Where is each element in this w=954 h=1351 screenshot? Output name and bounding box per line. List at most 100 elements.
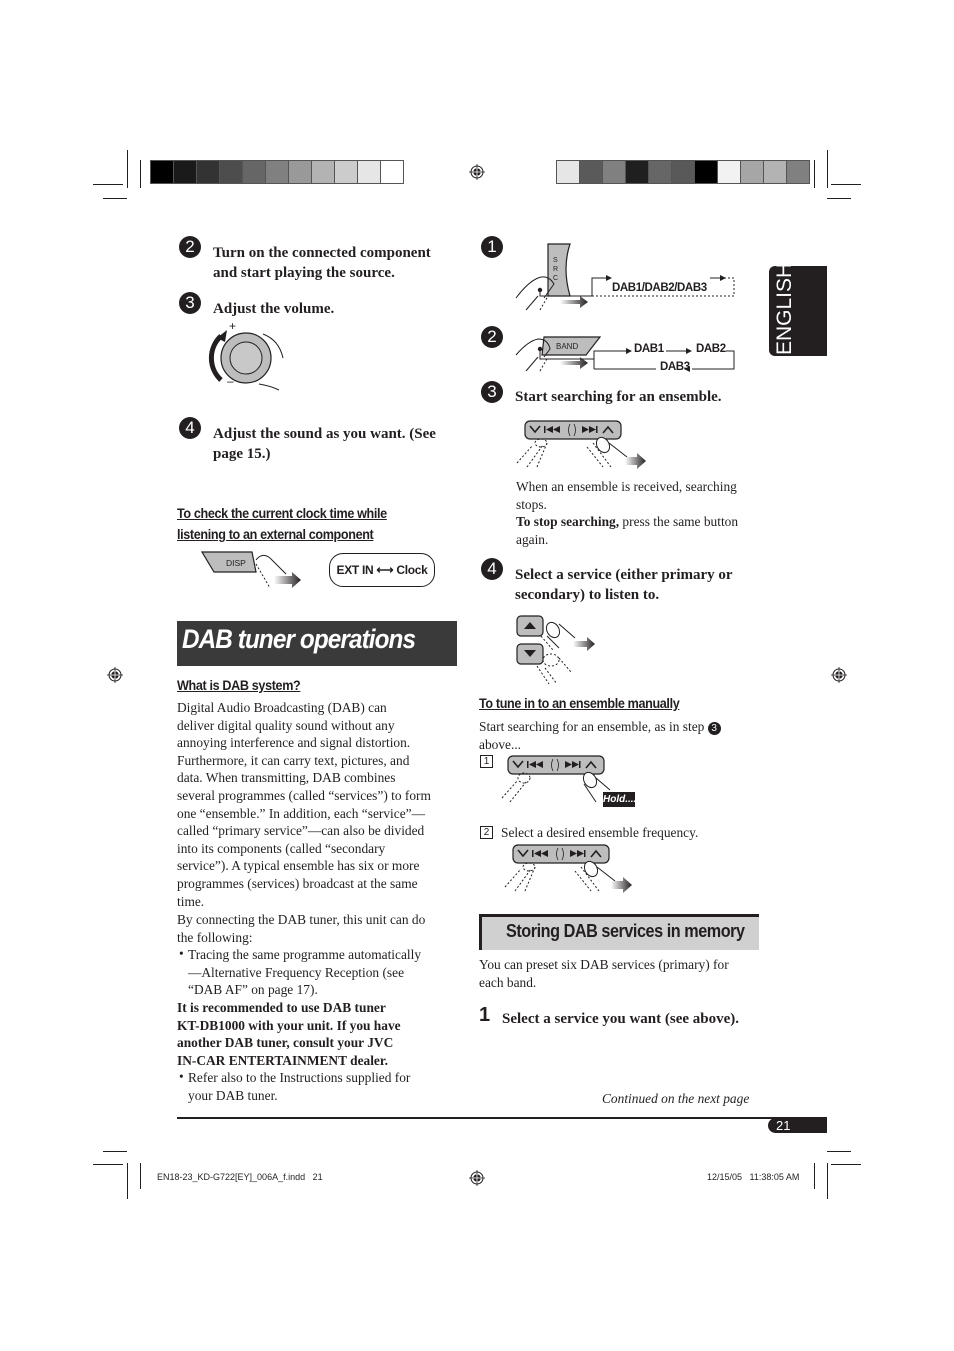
text-line: Refer also to the Instructions supplied … xyxy=(188,1070,411,1085)
step-2-line-1: Turn on the connected component xyxy=(213,245,431,261)
continued-note: Continued on the next page xyxy=(602,1091,750,1106)
text-line: each band. xyxy=(479,974,537,990)
slug-date: 12/15/05 11:38:05 AM xyxy=(707,1172,800,1182)
manual-tune-heading: To tune in to an ensemble manually xyxy=(479,695,680,711)
color-swatch xyxy=(358,161,381,183)
step-number-badge: 1 xyxy=(481,236,503,258)
text-line: into its components (called “secondary xyxy=(177,840,386,856)
color-swatch xyxy=(695,161,718,183)
sub-step-2-text: Select a desired ensemble frequency. xyxy=(501,825,699,840)
color-swatch xyxy=(266,161,289,183)
crop-mark xyxy=(831,1164,861,1165)
step-number-badge: 3 xyxy=(481,381,503,403)
text-line: data. When transmitting, DAB combines xyxy=(177,770,396,786)
text-line: By connecting the DAB tuner, this unit c… xyxy=(177,912,426,927)
stop-searching-rest: press the same button xyxy=(619,514,739,529)
crop-mark xyxy=(814,160,815,188)
crop-mark xyxy=(827,198,851,199)
step-number-badge: 2 xyxy=(481,326,503,348)
text-line: another DAB tuner, consult your JVC xyxy=(177,1035,394,1051)
crop-mark xyxy=(127,1163,128,1199)
color-swatch xyxy=(312,161,335,183)
text-line: Furthermore, it can carry text, pictures… xyxy=(177,752,410,768)
crop-mark xyxy=(140,160,141,188)
color-swatch xyxy=(764,161,787,183)
text-line: stops. xyxy=(516,496,547,512)
text-line: programmes (services) broadcast at the s… xyxy=(177,875,418,891)
up-down-buttons-illustration xyxy=(516,615,595,685)
color-swatch xyxy=(580,161,603,183)
storing-step-1-text: Select a service you want (see above). xyxy=(502,1011,740,1027)
sub-step-number: 2 xyxy=(480,826,493,839)
band-button-label: BAND xyxy=(556,342,579,351)
manual-text-line-1: Start searching for an ensemble, as in s… xyxy=(479,719,705,734)
stop-searching-note: To stop searching, press the same button… xyxy=(516,513,766,548)
step-4-service-line-1: Select a service (either primary or xyxy=(515,567,733,583)
step-4-service-line-2: secondary) to listen to. xyxy=(515,587,660,603)
footer-rule xyxy=(177,1117,827,1119)
text-line: your DAB tuner. xyxy=(188,1087,278,1103)
hold-search-illustration xyxy=(501,755,611,803)
manual-text-line-2: above... xyxy=(479,736,522,752)
storing-section-title: Storing DAB services in memory xyxy=(506,921,745,941)
crop-mark xyxy=(827,1163,828,1199)
disp-button-label: DISP xyxy=(226,558,246,568)
color-swatch xyxy=(151,161,174,183)
color-swatch xyxy=(626,161,649,183)
crop-mark xyxy=(814,1163,815,1189)
volume-plus-label: + xyxy=(229,319,237,333)
text-line: the following: xyxy=(177,929,253,945)
ext-in-clock-display: EXT IN ⟷ Clock xyxy=(329,553,435,587)
color-swatch xyxy=(243,161,266,183)
text-line: annoying interference and signal distort… xyxy=(177,735,411,751)
registration-mark-icon xyxy=(107,667,123,683)
storing-description: You can preset six DAB services (primary… xyxy=(479,956,759,991)
step-2-line-2: and start playing the source. xyxy=(213,265,395,281)
step-number-badge: 4 xyxy=(481,558,503,580)
step-3-text: Adjust the volume. xyxy=(213,301,335,317)
stop-searching-bold: To stop searching, xyxy=(516,514,620,529)
hold-label: Hold.... xyxy=(603,792,637,807)
color-swatch xyxy=(220,161,243,183)
step-number-badge: 2 xyxy=(179,236,201,258)
crop-mark xyxy=(827,150,828,188)
text-line: It is recommended to use DAB tuner xyxy=(177,1000,386,1015)
text-line: one “ensemble.” In addition, each “servi… xyxy=(177,805,425,821)
text-line: —Alternative Frequency Reception (see xyxy=(188,964,405,980)
search-buttons-illustration xyxy=(516,420,646,469)
registration-mark-icon xyxy=(831,667,847,683)
clock-heading-line-2: listening to an external component xyxy=(177,526,374,542)
crop-mark xyxy=(831,184,861,185)
bullet-mark: • xyxy=(179,1069,184,1084)
text-line: several programmes (called “services”) t… xyxy=(177,787,431,803)
text-line: IN-CAR ENTERTAINMENT dealer. xyxy=(177,1052,388,1068)
color-swatch xyxy=(718,161,741,183)
grayscale-color-bar-left xyxy=(150,160,404,184)
storing-step-number: 1 xyxy=(479,1004,491,1026)
crop-mark xyxy=(93,184,123,185)
band-flow-dab2: DAB2 xyxy=(696,343,726,355)
step-4-text: Adjust the sound as you want. (See page … xyxy=(213,424,436,464)
text-line: KT-DB1000 with your unit. If you have xyxy=(177,1017,401,1033)
src-flow-label: DAB1/DAB2/DAB3 xyxy=(612,282,707,294)
text-line: When an ensemble is received, searching xyxy=(516,479,737,494)
slug-filename: EN18-23_KD-G722[EY]_006A_f.indd 21 xyxy=(157,1172,323,1182)
clock-check-heading: To check the current clock time while li… xyxy=(177,503,387,545)
crop-mark xyxy=(140,1163,141,1189)
color-swatch xyxy=(649,161,672,183)
color-swatch xyxy=(557,161,580,183)
color-swatch xyxy=(335,161,358,183)
src-button-label: S R C xyxy=(553,257,559,282)
clock-heading-line-1: To check the current clock time while xyxy=(177,505,387,521)
text-line: called “primary service”—can also be div… xyxy=(177,823,425,839)
bullet-mark: • xyxy=(179,946,184,961)
color-swatch xyxy=(603,161,626,183)
color-swatch xyxy=(672,161,695,183)
volume-knob-illustration xyxy=(208,330,284,391)
crop-mark xyxy=(127,150,128,188)
crop-mark xyxy=(103,198,127,199)
disp-button-illustration xyxy=(200,551,301,589)
text-line: You can preset six DAB services (primary… xyxy=(479,957,729,972)
src-button-illustration xyxy=(515,243,735,311)
step-reference-badge: 3 xyxy=(707,722,721,735)
